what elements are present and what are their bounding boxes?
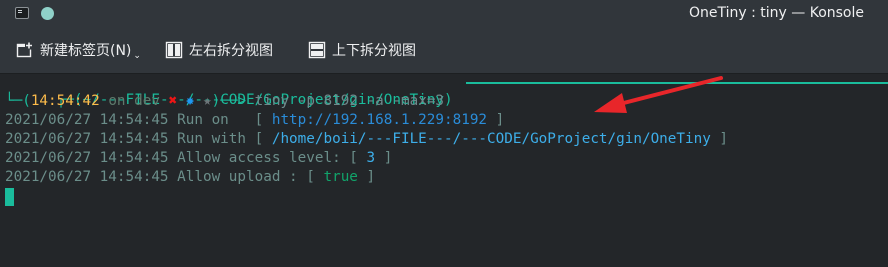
window-title: OneTiny : tiny — Konsole <box>688 5 864 21</box>
dirty-status-icon: ✖ <box>168 93 178 109</box>
terminal-app-icon[interactable] <box>15 7 29 19</box>
split-top-bottom-icon <box>308 41 326 59</box>
pin-icon[interactable] <box>41 7 54 20</box>
split-left-right-icon <box>165 41 183 59</box>
konsole-window: OneTiny : tiny — Konsole 新建标签页(N) ⌄ 左右拆分… <box>0 0 888 267</box>
log-line: 2021/06/27 14:54:45 Run on [ http://192.… <box>5 112 505 128</box>
upload-allowed-value: true <box>323 169 358 185</box>
log-line: 2021/06/27 14:54:45 Run with [ /home/boi… <box>5 131 729 147</box>
terminal-cursor <box>5 188 14 206</box>
split-left-right-label: 左右拆分视图 <box>189 43 273 59</box>
titlebar[interactable]: OneTiny : tiny — Konsole <box>0 0 888 28</box>
entered-command: tiny -p 8192 -a -max=3 <box>254 93 445 109</box>
split-left-right-button[interactable]: 左右拆分视图 <box>165 36 273 64</box>
git-branch: on dev <box>108 93 160 109</box>
server-url[interactable]: http://192.168.1.229:8192 <box>272 112 487 128</box>
log-line: 2021/06/27 14:54:45 Allow upload : [ tru… <box>5 169 376 185</box>
log-line: 2021/06/27 14:54:45 Allow access level: … <box>5 150 393 166</box>
toolbar: 新建标签页(N) ⌄ 左右拆分视图 上下拆分视图 <box>0 28 888 74</box>
working-directory: /home/boii/---FILE---/---CODE/GoProject/… <box>271 131 711 147</box>
access-level-value: 3 <box>366 150 376 166</box>
new-tab-label: 新建标签页(N) <box>40 43 132 59</box>
prompt-time: 14:54:42 <box>30 93 100 109</box>
prompt-command-line: └─(14:54:42 on dev ✖ ✸ ★)──> tiny -p 819… <box>5 93 445 109</box>
new-tab-button[interactable]: 新建标签页(N) ⌄ <box>16 36 141 64</box>
prompt-rule <box>466 82 888 84</box>
split-top-bottom-label: 上下拆分视图 <box>332 43 416 59</box>
new-tab-icon <box>16 41 34 59</box>
split-top-bottom-button[interactable]: 上下拆分视图 <box>308 36 416 64</box>
chevron-down-icon[interactable]: ⌄ <box>133 51 141 61</box>
terminal-view[interactable]: ┌─(~/---FILE---/---CODE/GoProject/gin/On… <box>0 75 888 267</box>
untracked-status-icon: ★ <box>203 93 212 109</box>
